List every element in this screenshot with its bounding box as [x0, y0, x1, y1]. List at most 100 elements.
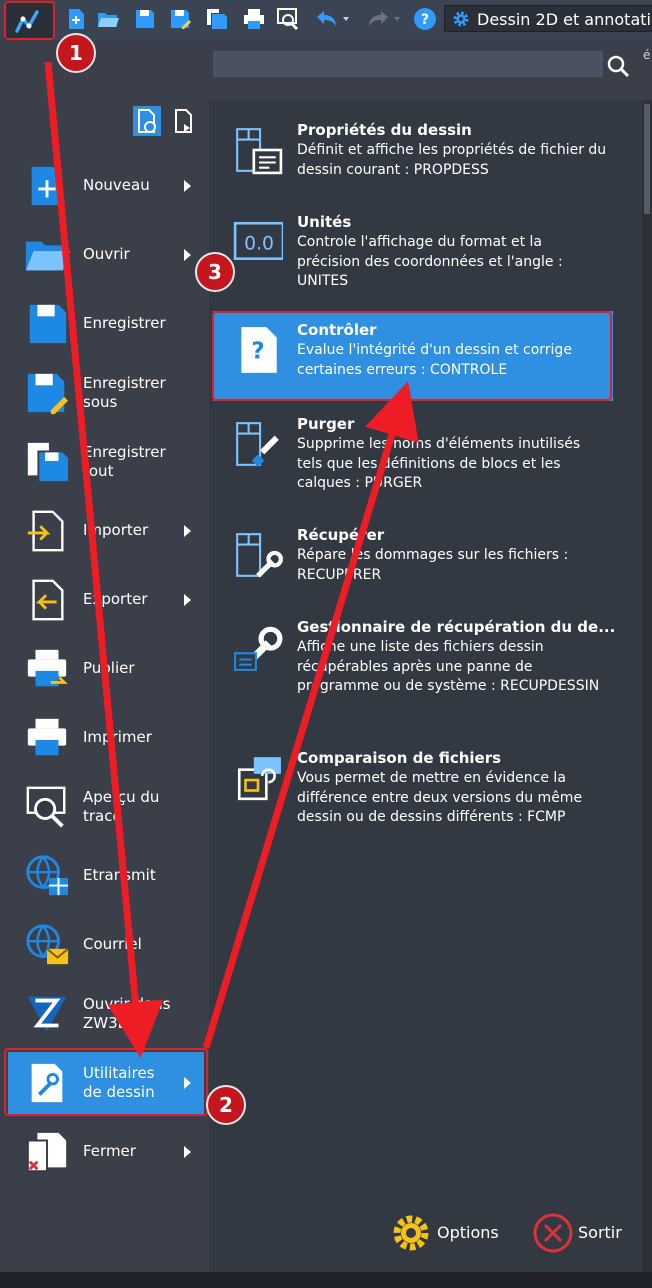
open-documents-icon[interactable]	[170, 106, 198, 136]
open-folder-icon	[25, 241, 71, 271]
submenu-item-purge[interactable]: Purger Supprime les noms d'éléments inuti…	[213, 415, 613, 505]
import-icon	[27, 510, 64, 552]
save-as-icon[interactable]	[168, 7, 192, 31]
menu-item-print-preview[interactable]: Aperçu du tracé	[8, 776, 204, 838]
menu-item-label: Courriel	[83, 935, 142, 953]
open-folder-icon[interactable]	[96, 7, 120, 31]
submenu-item-file-compare[interactable]: Comparaison de fichiers Vous permet de me…	[213, 749, 613, 839]
exit-label: Sortir	[578, 1223, 622, 1242]
exit-button[interactable]: Sortir	[530, 1208, 630, 1258]
menu-item-save-as[interactable]: Enregistrer sous	[8, 362, 204, 424]
submenu-arrow-icon	[184, 525, 191, 537]
menu-item-export[interactable]: Exporter	[8, 569, 204, 631]
drawing-properties-icon	[236, 128, 283, 175]
submenu-item-title: Purger	[297, 415, 355, 433]
menu-item-label: Enregistrer tout	[83, 443, 166, 480]
highlight-controler	[212, 311, 612, 401]
save-all-icon	[27, 442, 69, 482]
help-icon[interactable]: ?	[413, 7, 437, 31]
submenu-item-units[interactable]: 0.0 Unités Controle l'affichage du format …	[213, 213, 613, 303]
menu-item-open-folder[interactable]: Ouvrir	[8, 224, 204, 286]
submenu-item-title: Récupérer	[297, 526, 385, 544]
menu-item-label: Nouveau	[83, 176, 150, 194]
menu-item-close-file[interactable]: Fermer	[8, 1121, 204, 1183]
menu-item-label: Ouvrir dans ZW3D	[83, 995, 171, 1032]
workspace-label: Dessin 2D et annotatio	[477, 10, 652, 29]
options-button[interactable]: Options	[387, 1208, 507, 1258]
menu-item-new-file[interactable]: Nouveau	[8, 155, 204, 217]
submenu-arrow-icon	[184, 249, 191, 261]
submenu-item-title: Gestionnaire de récupération du de...	[297, 618, 616, 636]
menu-item-label: Enregistrer sous	[83, 374, 166, 411]
highlight-utilities	[4, 1048, 208, 1116]
submenu-item-title: Unités	[297, 213, 352, 231]
recovery-manager-icon	[234, 626, 283, 671]
truncated-text: é	[643, 48, 651, 62]
email-icon	[26, 924, 69, 965]
menu-item-label: Etransmit	[83, 866, 156, 884]
print-icon[interactable]	[242, 7, 266, 31]
save-as-icon	[27, 373, 69, 415]
save-all-icon[interactable]	[205, 7, 229, 31]
print-preview-icon	[26, 786, 66, 828]
close-file-icon	[26, 1132, 67, 1173]
submenu-item-description: Définit et affiche les propriétés de fic…	[297, 142, 607, 178]
options-label: Options	[437, 1223, 499, 1242]
scrollbar-track[interactable]	[642, 100, 652, 1272]
submenu-arrow-icon	[184, 180, 191, 192]
quick-access-toolbar: ? Dessin 2D et annotatio	[0, 0, 652, 40]
menu-item-etransmit[interactable]: Etransmit	[8, 845, 204, 907]
submenu-item-description: Affiche une liste des fichiers dessin ré…	[297, 639, 600, 694]
submenu-item-description: Répare les dommages sur les fichiers : R…	[297, 547, 569, 583]
gear-icon	[453, 11, 469, 27]
recover-icon	[236, 533, 283, 578]
submenu-arrow-icon	[184, 1146, 191, 1158]
search-input[interactable]	[213, 51, 603, 77]
step-badge-1: 1	[56, 33, 96, 73]
submenu-item-description: Controle l'affichage du format et la pré…	[297, 234, 563, 289]
menu-item-save[interactable]: Enregistrer	[8, 293, 204, 355]
export-icon	[32, 579, 64, 621]
submenu-item-title: Propriétés du dessin	[297, 121, 472, 139]
highlight-app-button	[4, 1, 55, 40]
menu-item-label: Aperçu du tracé	[83, 788, 160, 825]
zw3d-icon	[27, 996, 67, 1032]
submenu-item-drawing-properties[interactable]: Propriétés du dessin Définit et affiche l…	[213, 121, 613, 211]
menu-item-save-all[interactable]: Enregistrer tout	[8, 431, 204, 493]
menu-item-label: Ouvrir	[83, 245, 130, 263]
menu-item-label: Imprimer	[83, 728, 152, 746]
submenu-item-description: Vous permet de mettre en évidence la dif…	[297, 770, 583, 825]
menu-item-label: Exporter	[83, 590, 148, 608]
svg-text:?: ?	[421, 12, 429, 28]
file-compare-icon	[237, 757, 281, 801]
menu-item-zw3d[interactable]: Ouvrir dans ZW3D	[8, 983, 204, 1045]
menu-item-label: Importer	[83, 521, 149, 539]
recent-documents-icon[interactable]	[133, 106, 161, 136]
menu-item-publish[interactable]: Publier	[8, 638, 204, 700]
new-file-icon[interactable]	[64, 7, 88, 31]
submenu-arrow-icon	[184, 594, 191, 606]
menu-item-print[interactable]: Imprimer	[8, 707, 204, 769]
workspace-selector[interactable]: Dessin 2D et annotatio	[444, 5, 652, 32]
submenu-item-recovery-manager[interactable]: Gestionnaire de récupération du de... Aff…	[213, 618, 616, 708]
menu-item-label: Publier	[83, 659, 135, 677]
submenu-item-title: Comparaison de fichiers	[297, 749, 502, 767]
units-icon: 0.0	[233, 221, 283, 260]
svg-text:0.0: 0.0	[244, 233, 274, 254]
undo-icon[interactable]	[313, 7, 351, 31]
step-badge-3: 3	[195, 252, 235, 292]
status-strip	[0, 1272, 652, 1288]
submenu-item-description: Supprime les noms d'éléments inutilisés …	[297, 436, 581, 491]
search-icon[interactable]	[606, 54, 630, 78]
menu-item-email[interactable]: Courriel	[8, 914, 204, 976]
redo-icon[interactable]	[364, 7, 402, 31]
new-file-icon	[31, 166, 63, 206]
menu-item-import[interactable]: Importer	[8, 500, 204, 562]
print-icon	[27, 718, 67, 756]
submenu-item-recover[interactable]: Récupérer Répare les dommages sur les fic…	[213, 526, 613, 616]
publish-icon	[27, 649, 68, 687]
menu-item-label: Fermer	[83, 1142, 136, 1160]
preview-icon[interactable]	[276, 7, 300, 31]
save-icon[interactable]	[133, 7, 157, 31]
scrollbar-thumb[interactable]	[644, 104, 650, 214]
